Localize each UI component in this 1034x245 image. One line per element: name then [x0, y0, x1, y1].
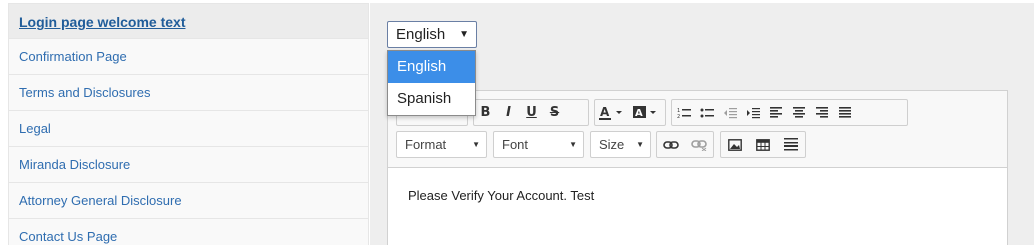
language-option-english[interactable]: English: [388, 51, 475, 83]
image-icon[interactable]: [721, 132, 749, 157]
language-select[interactable]: English ▼: [387, 21, 477, 48]
text-color-icon: A: [599, 105, 622, 120]
main-panel: English ▼ Source B I U S A: [370, 3, 1034, 245]
svg-text:2: 2: [677, 114, 680, 119]
svg-text:A: A: [635, 108, 643, 119]
editor-content-text: Please Verify Your Account. Test: [408, 188, 595, 203]
language-select-value: English: [396, 26, 446, 43]
caret-down-icon: ▼: [636, 140, 644, 149]
basic-styles-group: B I U S: [473, 99, 589, 126]
table-icon[interactable]: [749, 132, 777, 157]
align-center-icon[interactable]: [787, 100, 810, 125]
sidebar-item-legal[interactable]: Legal: [8, 111, 369, 147]
sidebar-item-miranda-disclosure[interactable]: Miranda Disclosure: [8, 147, 369, 183]
text-color-button[interactable]: A: [595, 100, 629, 125]
justify-icon[interactable]: [833, 100, 856, 125]
horizontal-line-icon[interactable]: [777, 132, 805, 157]
paragraph-group: 12: [671, 99, 908, 126]
settings-sidebar: Login page welcome text Confirmation Pag…: [8, 3, 369, 245]
font-combo[interactable]: Font ▼: [493, 131, 584, 158]
insert-group: [720, 131, 806, 158]
sidebar-item-terms-disclosures[interactable]: Terms and Disclosures: [8, 75, 369, 111]
rich-text-editor: Source B I U S A: [387, 90, 1008, 245]
caret-down-icon: ▼: [472, 140, 480, 149]
sidebar-item-attorney-general-disclosure[interactable]: Attorney General Disclosure: [8, 183, 369, 219]
size-combo-label: Size: [599, 137, 625, 152]
sidebar-item-login-welcome-text[interactable]: Login page welcome text: [8, 3, 369, 39]
format-combo-label: Format: [405, 137, 447, 152]
bold-button[interactable]: B: [474, 100, 497, 125]
background-color-button[interactable]: A: [629, 100, 663, 125]
svg-text:A: A: [600, 105, 610, 119]
underline-button[interactable]: U: [520, 100, 543, 125]
bulleted-list-icon[interactable]: [695, 100, 718, 125]
strikethrough-button[interactable]: S: [543, 100, 566, 125]
link-icon[interactable]: [657, 132, 685, 157]
sidebar-item-confirmation-page[interactable]: Confirmation Page: [8, 39, 369, 75]
font-combo-label: Font: [502, 137, 529, 152]
colors-group: A A: [594, 99, 666, 126]
language-option-spanish[interactable]: Spanish: [388, 83, 475, 115]
caret-down-icon: ▼: [569, 140, 577, 149]
unlink-icon[interactable]: [685, 132, 713, 157]
links-group: [656, 131, 714, 158]
caret-down-icon: ▼: [459, 29, 469, 40]
italic-button[interactable]: I: [497, 100, 520, 125]
editor-toolbar: Source B I U S A: [388, 91, 1007, 168]
background-color-icon: A: [633, 105, 656, 119]
format-combo[interactable]: Format ▼: [396, 131, 487, 158]
numbered-list-icon[interactable]: 12: [672, 100, 695, 125]
sidebar-item-contact-us-page[interactable]: Contact Us Page: [8, 219, 369, 245]
size-combo[interactable]: Size ▼: [590, 131, 651, 158]
editor-content[interactable]: Please Verify Your Account. Test: [388, 168, 1007, 223]
increase-indent-icon[interactable]: [741, 100, 764, 125]
align-left-icon[interactable]: [764, 100, 787, 125]
decrease-indent-icon[interactable]: [718, 100, 741, 125]
align-right-icon[interactable]: [810, 100, 833, 125]
language-dropdown-list: English Spanish: [387, 50, 476, 116]
